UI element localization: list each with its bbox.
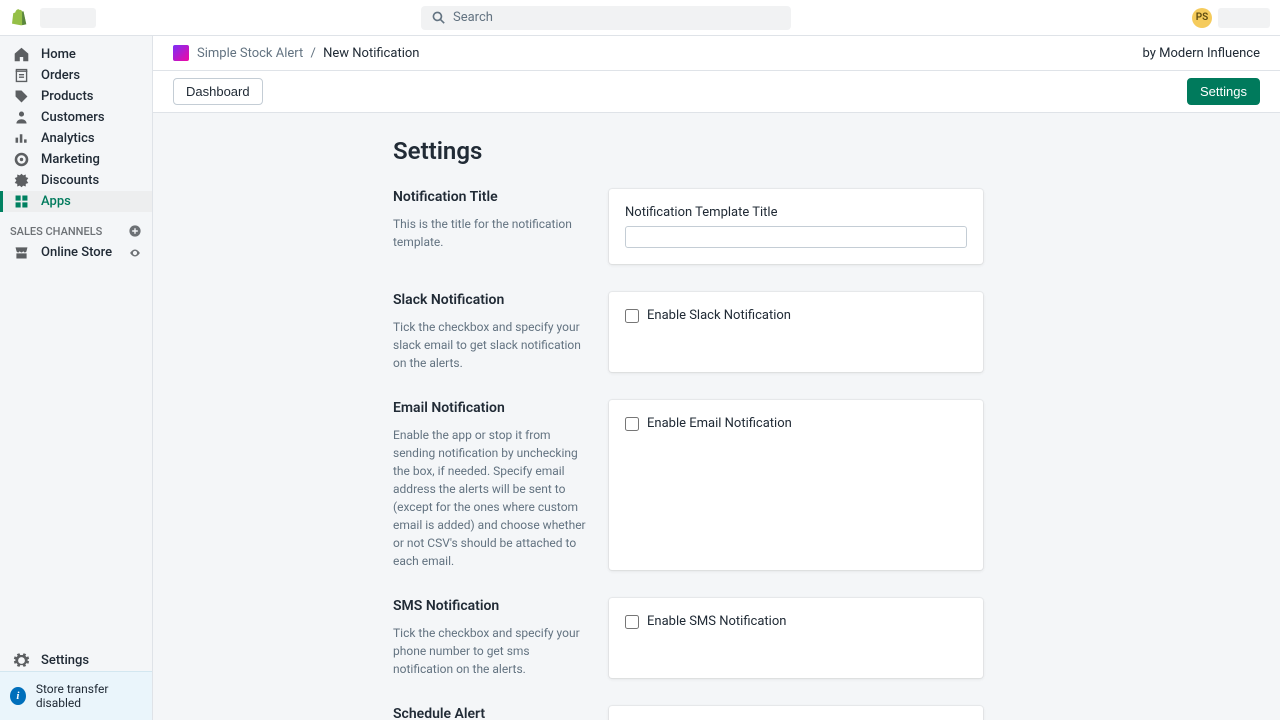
search-placeholder: Search <box>453 10 493 25</box>
breadcrumb-app[interactable]: Simple Stock Alert <box>197 46 303 61</box>
topbar-right: PS <box>1192 8 1270 28</box>
enable-email-checkbox[interactable] <box>625 417 639 431</box>
customers-icon <box>13 109 30 126</box>
section-heading: Slack Notification <box>393 292 589 308</box>
topbar: Search PS <box>0 0 1280 36</box>
section-notification-title: Notification Title This is the title for… <box>373 189 1280 264</box>
sidebar-item-marketing[interactable]: Marketing <box>0 149 152 170</box>
section-email: Email Notification Enable the app or sto… <box>373 400 1280 570</box>
section-heading: Email Notification <box>393 400 589 416</box>
section-heading: SMS Notification <box>393 598 589 614</box>
search-input[interactable]: Search <box>421 6 791 30</box>
sidebar-item-label: Online Store <box>41 245 112 260</box>
tab-dashboard[interactable]: Dashboard <box>173 78 263 105</box>
online-store-icon <box>13 244 30 261</box>
app-icon <box>173 45 189 61</box>
sidebar-item-label: Discounts <box>41 173 99 188</box>
tabs-bar: Dashboard Settings <box>153 71 1280 113</box>
app-header: Simple Stock Alert / New Notification by… <box>153 36 1280 71</box>
sidebar-item-home[interactable]: Home <box>0 44 152 65</box>
info-icon: i <box>10 687 26 705</box>
content: Simple Stock Alert / New Notification by… <box>153 36 1280 720</box>
home-icon <box>13 46 30 63</box>
user-name-skeleton <box>1218 8 1270 28</box>
field-label-template-title: Notification Template Title <box>625 205 967 220</box>
marketing-icon <box>13 151 30 168</box>
sidebar-item-customers[interactable]: Customers <box>0 107 152 128</box>
orders-icon <box>13 67 30 84</box>
section-heading: Schedule Alert <box>393 706 589 720</box>
sidebar-item-discounts[interactable]: Discounts <box>0 170 152 191</box>
sidebar-item-label: Analytics <box>41 131 95 146</box>
sidebar-item-analytics[interactable]: Analytics <box>0 128 152 149</box>
apps-icon <box>13 193 30 210</box>
checkbox-label: Enable SMS Notification <box>647 614 786 629</box>
discounts-icon <box>13 172 30 189</box>
store-transfer-text: Store transfer disabled <box>36 682 142 710</box>
view-store-icon[interactable] <box>128 246 142 260</box>
enable-sms-checkbox[interactable] <box>625 615 639 629</box>
checkbox-label: Enable Slack Notification <box>647 308 791 323</box>
shopify-logo-icon <box>12 9 30 27</box>
sidebar-item-label: Products <box>41 89 93 104</box>
sidebar-item-products[interactable]: Products <box>0 86 152 107</box>
notification-title-input[interactable] <box>625 226 967 248</box>
add-channel-icon[interactable] <box>128 224 142 238</box>
settings-body: Settings Notification Title This is the … <box>153 113 1280 720</box>
enable-slack-checkbox[interactable] <box>625 309 639 323</box>
sidebar-item-settings[interactable]: Settings <box>0 650 152 671</box>
analytics-icon <box>13 130 30 147</box>
sidebar-section-label: SALES CHANNELS <box>10 225 102 238</box>
section-desc: Tick the checkbox and specify your phone… <box>393 624 589 678</box>
sidebar-item-label: Apps <box>41 194 71 209</box>
section-desc: This is the title for the notification t… <box>393 215 589 251</box>
section-desc: Tick the checkbox and specify your slack… <box>393 318 589 372</box>
sidebar-item-online-store[interactable]: Online Store <box>0 242 152 263</box>
checkbox-label: Enable Email Notification <box>647 416 792 431</box>
gear-icon <box>13 652 30 669</box>
store-name-skeleton <box>40 8 96 28</box>
section-desc: Enable the app or stop it from sending n… <box>393 426 589 570</box>
section-sms: SMS Notification Tick the checkbox and s… <box>373 598 1280 678</box>
sidebar-item-label: Marketing <box>41 152 100 167</box>
avatar[interactable]: PS <box>1192 8 1212 28</box>
breadcrumb-separator: / <box>310 46 315 61</box>
page-title: Settings <box>393 137 1280 165</box>
sidebar-section-sales-channels: SALES CHANNELS <box>0 212 152 242</box>
products-icon <box>13 88 30 105</box>
sidebar-item-label: Home <box>41 47 76 62</box>
section-heading: Notification Title <box>393 189 589 205</box>
section-slack: Slack Notification Tick the checkbox and… <box>373 292 1280 372</box>
sidebar-item-label: Customers <box>41 110 105 125</box>
breadcrumb-current: New Notification <box>323 46 419 61</box>
store-transfer-banner[interactable]: i Store transfer disabled <box>0 671 152 720</box>
sidebar-item-orders[interactable]: Orders <box>0 65 152 86</box>
sidebar-item-label: Settings <box>41 653 89 668</box>
tab-settings[interactable]: Settings <box>1187 78 1260 105</box>
app-author: by Modern Influence <box>1143 46 1260 61</box>
sidebar-item-apps[interactable]: Apps <box>0 191 152 212</box>
section-schedule: Schedule Alert Schedule the timing of no… <box>373 706 1280 720</box>
sidebar: Home Orders Products Customers Analytics… <box>0 36 153 720</box>
breadcrumb: Simple Stock Alert / New Notification <box>197 46 419 61</box>
search-icon <box>431 10 447 26</box>
sidebar-item-label: Orders <box>41 68 80 83</box>
